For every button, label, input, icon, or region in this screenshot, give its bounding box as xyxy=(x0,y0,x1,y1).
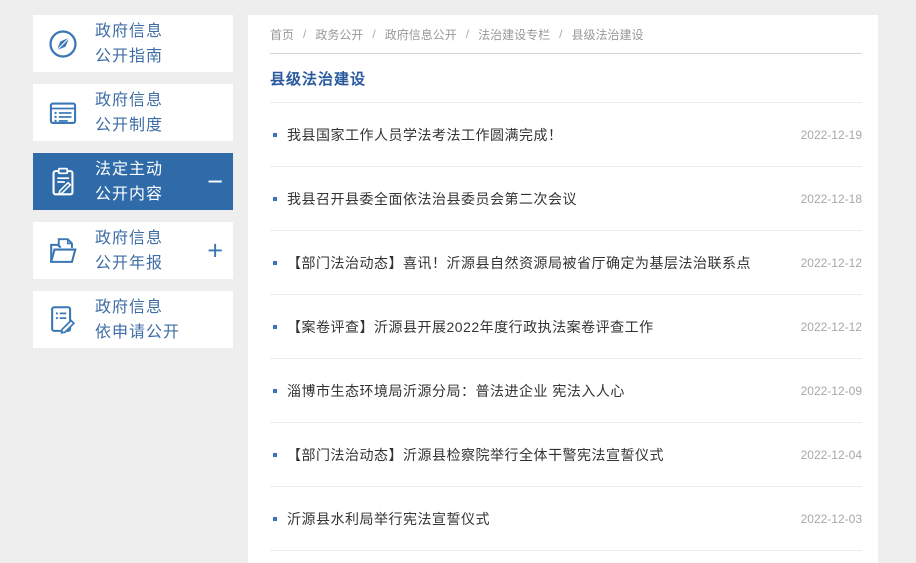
breadcrumb-link[interactable]: 政务公开 xyxy=(315,26,363,43)
bullet-icon xyxy=(273,196,277,201)
clipboard-pencil-icon xyxy=(46,165,80,199)
folder-document-icon xyxy=(46,234,80,268)
article-row: 【部门法治动态】沂源县检察院举行全体干警宪法宣誓仪式 2022-12-04 xyxy=(270,423,862,487)
section-toggle[interactable]: + xyxy=(207,237,223,264)
article-link[interactable]: 淄博市生态环境局沂源分局：普法进企业 宪法入人心 xyxy=(287,381,625,401)
document-list-icon xyxy=(46,96,80,130)
breadcrumb-separator: / xyxy=(372,27,376,41)
compass-icon xyxy=(46,27,80,61)
sidebar-label-line2: 公开内容 xyxy=(95,185,164,203)
sidebar-item[interactable]: 法定主动 公开内容 − xyxy=(33,153,233,210)
sidebar-item[interactable]: 政府信息 依申请公开 xyxy=(33,291,233,348)
bullet-icon xyxy=(273,452,277,457)
page-title: 县级法治建设 xyxy=(270,70,367,88)
sidebar-item-label: 政府信息 公开指南 xyxy=(95,19,163,69)
bullet-icon xyxy=(273,388,277,393)
sidebar-item-label: 政府信息 公开制度 xyxy=(95,88,163,138)
sidebar-item[interactable]: 政府信息 公开年报 + xyxy=(33,222,233,279)
article-date: 2022-12-12 xyxy=(800,319,862,334)
article-row: 我县召开县委全面依法治县委员会第二次会议 2022-12-18 xyxy=(270,167,862,231)
sidebar-label-line2: 公开年报 xyxy=(95,254,164,272)
article-link[interactable]: 【案卷评查】沂源县开展2022年度行政执法案卷评查工作 xyxy=(287,317,654,337)
article-row: 淄博市生态环境局沂源分局：普法进企业 宪法入人心 2022-12-09 xyxy=(270,359,862,423)
sidebar-item-label: 法定主动 公开内容 xyxy=(95,157,163,207)
bullet-icon xyxy=(273,324,277,329)
article-row: 我县国家工作人员学法考法工作圆满完成！ 2022-12-19 xyxy=(270,103,862,167)
sidebar: 政府信息 公开指南 政府信息 公开制度 法定主动 公开内容 − 政府信息 公开年… xyxy=(33,15,233,360)
article-date: 2022-12-12 xyxy=(800,255,862,270)
sidebar-item[interactable]: 政府信息 公开制度 xyxy=(33,84,233,141)
article-row: 【案卷评查】沂源县开展2022年度行政执法案卷评查工作 2022-12-12 xyxy=(270,295,862,359)
bullet-icon xyxy=(273,260,277,265)
article-date: 2022-12-04 xyxy=(800,447,862,462)
breadcrumb-link[interactable]: 首页 xyxy=(270,26,294,43)
sidebar-label-line2: 依申请公开 xyxy=(95,323,181,341)
bullet-icon xyxy=(273,516,277,521)
article-row: 【部门法治动态】喜讯！沂源县自然资源局被省厅确定为基层法治联系点 2022-12… xyxy=(270,231,862,295)
article-link[interactable]: 【部门法治动态】喜讯！沂源县自然资源局被省厅确定为基层法治联系点 xyxy=(287,253,751,273)
bullet-icon xyxy=(273,132,277,137)
article-date: 2022-12-03 xyxy=(800,511,862,526)
sidebar-label-line2: 公开制度 xyxy=(95,116,164,134)
breadcrumb-separator: / xyxy=(303,27,307,41)
article-link[interactable]: 我县国家工作人员学法考法工作圆满完成！ xyxy=(287,125,563,145)
article-date: 2022-12-18 xyxy=(800,191,862,206)
breadcrumb: 首页 / 政务公开 / 政府信息公开 / 法治建设专栏 / 县级法治建设 xyxy=(270,15,862,54)
breadcrumb-link[interactable]: 法治建设专栏 xyxy=(478,26,550,43)
sidebar-label-line1: 政府信息 xyxy=(95,91,164,109)
section-toggle[interactable]: − xyxy=(207,168,223,195)
article-list: 我县国家工作人员学法考法工作圆满完成！ 2022-12-19 我县召开县委全面依… xyxy=(270,103,862,551)
breadcrumb-separator: / xyxy=(559,27,563,41)
article-link[interactable]: 【部门法治动态】沂源县检察院举行全体干警宪法宣誓仪式 xyxy=(287,445,664,465)
sidebar-item-label: 政府信息 依申请公开 xyxy=(95,295,180,345)
article-row: 沂源县水利局举行宪法宣誓仪式 2022-12-03 xyxy=(270,487,862,551)
breadcrumb-link[interactable]: 政府信息公开 xyxy=(385,26,457,43)
sidebar-item[interactable]: 政府信息 公开指南 xyxy=(33,15,233,72)
sidebar-label-line2: 公开指南 xyxy=(95,47,164,65)
sidebar-label-line1: 政府信息 xyxy=(95,298,164,316)
article-link[interactable]: 我县召开县委全面依法治县委员会第二次会议 xyxy=(287,189,577,209)
document-edit-icon xyxy=(46,303,80,337)
sidebar-label-line1: 政府信息 xyxy=(95,229,164,247)
article-link[interactable]: 沂源县水利局举行宪法宣誓仪式 xyxy=(287,509,490,529)
page-title-wrap: 县级法治建设 xyxy=(270,54,862,103)
breadcrumb-link[interactable]: 县级法治建设 xyxy=(571,26,643,43)
sidebar-label-line1: 政府信息 xyxy=(95,22,164,40)
article-date: 2022-12-09 xyxy=(800,383,862,398)
main-panel: 首页 / 政务公开 / 政府信息公开 / 法治建设专栏 / 县级法治建设 县级法治建设 … xyxy=(248,15,878,563)
article-date: 2022-12-19 xyxy=(800,127,862,142)
breadcrumb-separator: / xyxy=(465,27,470,41)
sidebar-item-label: 政府信息 公开年报 xyxy=(95,226,163,276)
sidebar-label-line1: 法定主动 xyxy=(95,160,164,178)
